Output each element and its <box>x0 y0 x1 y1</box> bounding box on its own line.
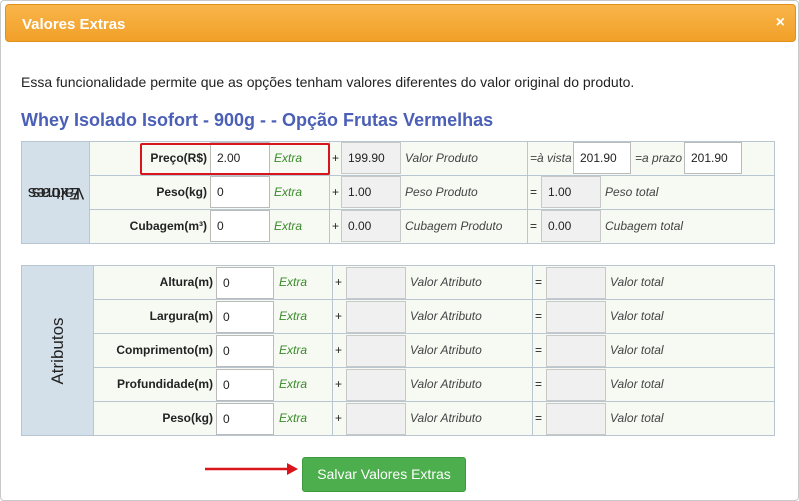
attr-value-field <box>346 403 406 435</box>
peso-extra-input[interactable]: 0 <box>210 176 270 208</box>
attr-total-field <box>546 267 606 299</box>
cubagem-base-value: 0.00 <box>341 210 401 242</box>
attr-value-field <box>346 301 406 333</box>
attr-extra-input[interactable]: 0 <box>216 267 274 299</box>
cubagem-total-note: Cubagem total <box>605 219 684 233</box>
attr-value-note: Valor Atributo <box>410 275 482 289</box>
cubagem-base-note: Cubagem Produto <box>405 219 503 233</box>
attr-plus: + <box>335 309 343 323</box>
attr-eq: = <box>535 411 543 425</box>
cubagem-extra-input[interactable]: 0 <box>210 210 270 242</box>
divider <box>332 266 333 435</box>
atributos-side-header: Atributos <box>22 266 94 435</box>
divider <box>90 175 774 176</box>
attr-plus: + <box>335 377 343 391</box>
attr-label: Altura(m) <box>159 275 213 289</box>
attr-eq: = <box>535 275 543 289</box>
attr-total-note: Valor total <box>610 377 664 391</box>
extras-side-label-2: Extras <box>31 183 80 203</box>
attr-total-note: Valor total <box>610 275 664 289</box>
attr-eq: = <box>535 309 543 323</box>
attr-value-field <box>346 335 406 367</box>
attr-extra-input[interactable]: 0 <box>216 335 274 367</box>
divider <box>94 333 774 334</box>
divider <box>532 266 533 435</box>
attr-label: Profundidade(m) <box>117 377 213 391</box>
divider <box>94 401 774 402</box>
preco-plus: + <box>332 151 340 165</box>
cubagem-plus: + <box>332 219 340 233</box>
attr-plus: + <box>335 343 343 357</box>
preco-base-value: 199.90 <box>341 142 401 174</box>
avista-input[interactable]: 201.90 <box>573 142 631 174</box>
preco-base-note: Valor Produto <box>405 151 478 165</box>
product-title: Whey Isolado Isofort - 900g - - Opção Fr… <box>21 110 494 130</box>
close-icon[interactable]: × <box>776 14 785 32</box>
atributos-side-label: Atributos <box>47 316 67 385</box>
peso-base-value: 1.00 <box>341 176 401 208</box>
attr-extra-label: Extra <box>279 275 308 289</box>
attr-eq: = <box>535 343 543 357</box>
attr-extra-label: Extra <box>279 411 308 425</box>
attr-plus: + <box>335 275 343 289</box>
arrow-right-icon <box>205 463 298 475</box>
peso-extra-label: Extra <box>274 185 303 199</box>
peso-label: Peso(kg) <box>156 185 207 199</box>
attr-extra-input[interactable]: 0 <box>216 369 274 401</box>
highlight-box <box>140 143 330 175</box>
peso-base-note: Peso Produto <box>405 185 478 199</box>
attr-value-note: Valor Atributo <box>410 377 482 391</box>
extras-side-header: Valores Extras <box>22 142 90 243</box>
attr-label: Comprimento(m) <box>116 343 213 357</box>
cubagem-eq: = <box>530 219 538 233</box>
divider <box>94 299 774 300</box>
attr-value-field <box>346 369 406 401</box>
attr-value-note: Valor Atributo <box>410 309 482 323</box>
aprazo-label: =a prazo <box>635 151 683 165</box>
dialog-titlebar: Valores Extras × <box>5 4 796 42</box>
attr-value-note: Valor Atributo <box>410 411 482 425</box>
valores-extras-dialog: Valores Extras × Essa funcionalidade per… <box>0 0 799 501</box>
attr-total-note: Valor total <box>610 309 664 323</box>
divider <box>94 367 774 368</box>
cubagem-extra-label: Extra <box>274 219 303 233</box>
cubagem-label: Cubagem(m³) <box>129 219 207 233</box>
attr-extra-label: Extra <box>279 343 308 357</box>
avista-label: =à vista <box>530 151 572 165</box>
divider <box>90 209 774 210</box>
intro-text: Essa funcionalidade permite que as opçõe… <box>21 74 635 90</box>
attr-total-note: Valor total <box>610 411 664 425</box>
attr-total-field <box>546 335 606 367</box>
attr-total-field <box>546 403 606 435</box>
dialog-title: Valores Extras <box>22 16 126 33</box>
attr-eq: = <box>535 377 543 391</box>
attr-total-note: Valor total <box>610 343 664 357</box>
attr-value-field <box>346 267 406 299</box>
save-button[interactable]: Salvar Valores Extras <box>302 457 466 492</box>
attr-extra-label: Extra <box>279 309 308 323</box>
attr-label: Peso(kg) <box>162 411 213 425</box>
attr-extra-label: Extra <box>279 377 308 391</box>
peso-plus: + <box>332 185 340 199</box>
cubagem-total-value: 0.00 <box>541 210 601 242</box>
attr-extra-input[interactable]: 0 <box>216 301 274 333</box>
attr-plus: + <box>335 411 343 425</box>
peso-eq: = <box>530 185 538 199</box>
attr-label: Largura(m) <box>149 309 213 323</box>
attr-extra-input[interactable]: 0 <box>216 403 274 435</box>
aprazo-input[interactable]: 201.90 <box>684 142 742 174</box>
peso-total-value: 1.00 <box>541 176 601 208</box>
attr-total-field <box>546 369 606 401</box>
peso-total-note: Peso total <box>605 185 659 199</box>
attr-value-note: Valor Atributo <box>410 343 482 357</box>
divider <box>527 142 528 243</box>
attr-total-field <box>546 301 606 333</box>
